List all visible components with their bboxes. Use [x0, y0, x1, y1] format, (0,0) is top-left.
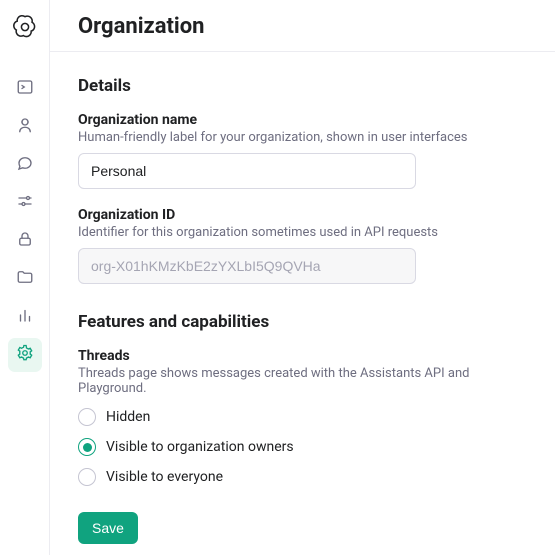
- sidebar: [0, 0, 50, 555]
- sidebar-item-chat[interactable]: [8, 148, 42, 182]
- field-org-id: Organization ID Identifier for this orga…: [78, 207, 527, 284]
- robot-icon: [16, 116, 34, 138]
- sidebar-item-api-keys[interactable]: [8, 224, 42, 258]
- terminal-icon: [16, 78, 34, 100]
- chat-icon: [16, 154, 34, 176]
- radio-icon: [78, 468, 96, 486]
- org-id-label: Organization ID: [78, 207, 527, 223]
- page-title: Organization: [78, 14, 527, 39]
- openai-logo-icon: [12, 14, 38, 40]
- org-id-desc: Identifier for this organization sometim…: [78, 225, 527, 240]
- radio-icon: [78, 408, 96, 426]
- section-features-title: Features and capabilities: [78, 312, 527, 332]
- sidebar-item-playground[interactable]: [8, 72, 42, 106]
- radio-option-everyone[interactable]: Visible to everyone: [78, 468, 527, 486]
- threads-desc: Threads page shows messages created with…: [78, 366, 527, 396]
- sidebar-item-usage[interactable]: [8, 300, 42, 334]
- radio-label: Hidden: [106, 409, 150, 425]
- bar-chart-icon: [16, 306, 34, 328]
- save-button[interactable]: Save: [78, 512, 138, 544]
- lock-icon: [16, 230, 34, 252]
- threads-label: Threads: [78, 348, 527, 364]
- radio-option-hidden[interactable]: Hidden: [78, 408, 527, 426]
- folder-icon: [16, 268, 34, 290]
- page-content: Details Organization name Human-friendly…: [50, 52, 555, 555]
- org-name-label: Organization name: [78, 112, 527, 128]
- sliders-icon: [16, 192, 34, 214]
- sidebar-item-tune[interactable]: [8, 186, 42, 220]
- radio-icon: [78, 438, 96, 456]
- gear-icon: [16, 344, 34, 366]
- threads-group: Threads Threads page shows messages crea…: [78, 348, 527, 486]
- page-header: Organization: [50, 0, 555, 52]
- org-name-desc: Human-friendly label for your organizati…: [78, 130, 527, 145]
- sidebar-item-files[interactable]: [8, 262, 42, 296]
- org-id-input[interactable]: [78, 248, 416, 284]
- section-details-title: Details: [78, 76, 527, 96]
- org-name-input[interactable]: [78, 153, 416, 189]
- field-org-name: Organization name Human-friendly label f…: [78, 112, 527, 189]
- sidebar-item-settings[interactable]: [8, 338, 42, 372]
- radio-option-owners[interactable]: Visible to organization owners: [78, 438, 527, 456]
- sidebar-item-assistants[interactable]: [8, 110, 42, 144]
- radio-label: Visible to everyone: [106, 469, 223, 485]
- radio-label: Visible to organization owners: [106, 439, 294, 455]
